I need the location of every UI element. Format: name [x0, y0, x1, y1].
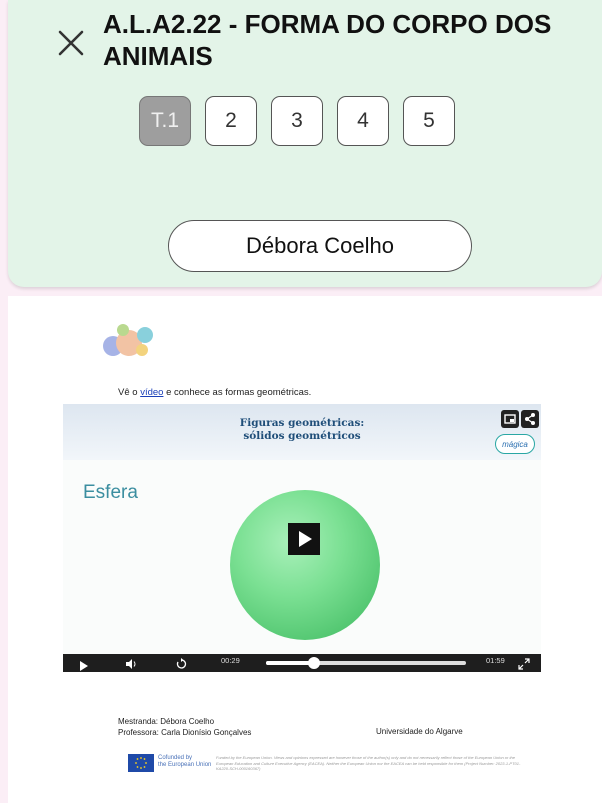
play-icon[interactable]: [288, 523, 320, 555]
eu-line-2: the European Union: [158, 762, 212, 768]
mestranda-line: Mestranda: Débora Coelho: [118, 717, 215, 726]
video-title-line-1: Figuras geométricas:: [239, 417, 365, 429]
eu-cofunded-label: Cofunded by the European Union: [158, 755, 211, 769]
intro-suffix: e conhece as formas geométricas.: [163, 387, 312, 398]
tab-5[interactable]: 5: [403, 96, 455, 146]
university-name: Universidade do Algarve: [376, 727, 463, 736]
funding-disclaimer: Funded by the European Union. Views and …: [216, 755, 521, 771]
duration: 01:59: [486, 656, 505, 665]
video-player[interactable]: Figuras geométricas: sólidos geométricos…: [63, 404, 541, 672]
student-name-pill: Débora Coelho: [168, 220, 472, 272]
tab-2[interactable]: 2: [205, 96, 257, 146]
header-panel: A.L.A2.22 - FORMA DO CORPO DOS ANIMAIS T…: [8, 0, 602, 287]
professora-line: Professora: Carla Dionísio Gonçalves: [118, 728, 252, 737]
eu-line-1: Cofunded by: [158, 755, 193, 761]
intro-text: Vê o vídeo e conhece as formas geométric…: [118, 387, 311, 398]
page-title: A.L.A2.22 - FORMA DO CORPO DOS ANIMAIS: [103, 9, 552, 71]
fullscreen-icon[interactable]: [518, 657, 530, 670]
control-play-icon[interactable]: [79, 658, 89, 671]
mip-logo-icon: [96, 318, 156, 362]
seek-handle[interactable]: [308, 657, 320, 669]
share-icon[interactable]: [521, 410, 539, 428]
task-tabs: T.1 2 3 4 5: [139, 96, 455, 146]
intro-prefix: Vê o: [118, 387, 141, 398]
video-title-line-2: sólidos geométricos: [243, 430, 361, 442]
close-icon[interactable]: [56, 28, 86, 58]
document-page: Vê o vídeo e conhece as formas geométric…: [8, 296, 602, 803]
video-controls: 00:29 01:59: [63, 654, 541, 672]
volume-icon[interactable]: [125, 657, 137, 669]
seek-progress: [266, 661, 314, 665]
shape-label: Esfera: [83, 482, 138, 503]
authors-block: Mestranda: Débora Coelho Professora: Car…: [118, 716, 251, 738]
tab-3[interactable]: 3: [271, 96, 323, 146]
sphere-shape: [230, 490, 380, 640]
seek-bar[interactable]: [266, 657, 466, 669]
replay-icon[interactable]: [175, 657, 187, 669]
eu-flag-icon: [128, 754, 154, 772]
magica-brand-logo: mágica: [495, 434, 535, 454]
tab-t1[interactable]: T.1: [139, 96, 191, 146]
tab-4[interactable]: 4: [337, 96, 389, 146]
video-link[interactable]: vídeo: [140, 387, 163, 398]
pip-icon[interactable]: [501, 410, 519, 428]
current-time: 00:29: [221, 656, 240, 665]
